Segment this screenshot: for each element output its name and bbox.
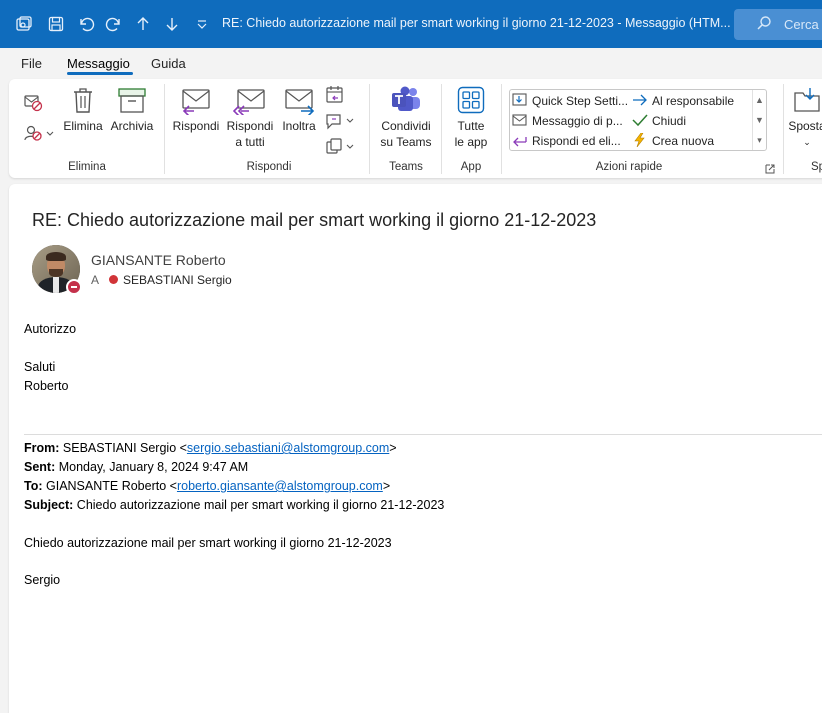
quick-step-done[interactable]: Chiudi: [632, 113, 686, 128]
active-tab-indicator: [67, 72, 133, 75]
junk-dropdown-icon[interactable]: [23, 123, 57, 143]
expand-gallery-icon[interactable]: ▾: [753, 130, 766, 150]
reply-all-button[interactable]: Rispondi a tutti: [224, 85, 276, 150]
reply-button[interactable]: Rispondi: [171, 85, 221, 134]
forward-icon: [279, 85, 319, 117]
delete-button[interactable]: Elimina: [62, 85, 104, 134]
quoted-from: From: SEBASTIANI Sergio <sergio.sebastia…: [24, 441, 397, 455]
move-dropdown-icon: ⌄: [803, 137, 811, 147]
teams-icon: [375, 85, 437, 115]
scroll-up-icon[interactable]: ▲: [753, 90, 766, 110]
quoted-body-line: Sergio: [24, 573, 61, 587]
title-bar: RE: Chiedo autorizzazione mail per smart…: [0, 0, 822, 48]
search-icon: [756, 15, 772, 35]
redo-icon[interactable]: [104, 14, 124, 34]
all-apps-button[interactable]: Tutte le app: [449, 85, 493, 150]
archive-label: Archivia: [110, 119, 154, 133]
all-apps-label-1: Tutte: [457, 119, 485, 133]
quoted-sent: Sent: Monday, January 8, 2024 9:47 AM: [24, 460, 249, 474]
save-icon[interactable]: [46, 14, 66, 34]
arrow-right-icon: [633, 94, 647, 106]
tab-guida[interactable]: Guida: [151, 56, 186, 71]
move-label: Sposta: [788, 119, 822, 133]
quoted-to: To: GIANSANTE Roberto <roberto.giansante…: [24, 479, 391, 493]
customize-qat-icon[interactable]: [192, 14, 212, 34]
tab-messaggio[interactable]: Messaggio: [67, 56, 130, 71]
im-reply-dropdown-icon[interactable]: [324, 111, 356, 131]
quick-steps-scroll[interactable]: ▲ ▼ ▾: [752, 90, 766, 150]
ribbon: Elimina Archivia Elimina Rispondi Rispon…: [9, 79, 822, 178]
search-box[interactable]: Cerca: [734, 9, 822, 40]
previous-icon[interactable]: [133, 14, 153, 34]
quick-step-to-manager[interactable]: Al responsabile: [632, 93, 734, 108]
all-apps-label-2: le app: [454, 135, 488, 149]
apps-grid-icon: [449, 85, 493, 115]
undo-icon[interactable]: [76, 14, 96, 34]
message-subject: RE: Chiedo autorizzazione mail per smart…: [32, 210, 597, 230]
reply-label: Rispondi: [172, 119, 220, 133]
ignore-icon[interactable]: [23, 93, 47, 113]
from-email-link[interactable]: sergio.sebastiani@alstomgroup.com: [187, 441, 389, 455]
group-label-move: Sp: [811, 161, 822, 173]
search-placeholder: Cerca: [784, 17, 819, 32]
group-label-azioni-rapide: Azioni rapide: [595, 161, 663, 173]
archive-icon: [108, 85, 156, 115]
recipient-name[interactable]: SEBASTIANI Sergio: [123, 273, 232, 287]
ribbon-separator: [369, 84, 370, 174]
reading-pane: RE: Chiedo autorizzazione mail per smart…: [9, 184, 822, 713]
more-reply-dropdown-icon[interactable]: [324, 137, 356, 157]
body-line: Roberto: [24, 379, 69, 393]
quick-step-settings[interactable]: Quick Step Setti...: [512, 93, 628, 108]
move-folder-icon: [787, 85, 822, 115]
group-label-rispondi: Rispondi: [246, 161, 292, 173]
archive-button[interactable]: Archivia: [108, 85, 156, 134]
body-line: Saluti: [24, 360, 56, 374]
recipient-presence-icon: [109, 275, 118, 284]
forward-label: Inoltra: [282, 119, 316, 133]
quick-step-icon: [512, 93, 527, 106]
next-icon[interactable]: [162, 14, 182, 34]
group-label-elimina: Elimina: [68, 161, 106, 173]
share-to-teams-button[interactable]: Condividi su Teams: [375, 85, 437, 150]
mail-icon: [512, 114, 527, 126]
quick-step-reply-delete[interactable]: Rispondi ed eli...: [512, 133, 621, 148]
delete-label: Elimina: [63, 119, 103, 133]
ribbon-separator: [783, 84, 784, 174]
ribbon-separator: [501, 84, 502, 174]
new-window-icon[interactable]: [14, 14, 34, 34]
dialog-launcher-icon[interactable]: [765, 163, 775, 174]
checkmark-icon: [632, 114, 648, 127]
quick-step-message[interactable]: Messaggio di p...: [512, 113, 623, 128]
to-label: A: [91, 273, 100, 287]
sender-name[interactable]: GIANSANTE Roberto: [91, 252, 226, 268]
tab-file[interactable]: File: [21, 56, 42, 71]
group-label-app: App: [460, 161, 482, 173]
presence-busy-icon: [66, 279, 82, 295]
reply-delete-icon: [513, 137, 527, 147]
reply-all-icon: [224, 85, 276, 117]
reply-icon: [171, 85, 221, 117]
meeting-reply-icon[interactable]: [324, 85, 348, 105]
share-teams-label-1: Condividi: [381, 119, 431, 133]
window-title: RE: Chiedo autorizzazione mail per smart…: [222, 16, 731, 30]
reply-all-label-2: a tutti: [235, 135, 265, 149]
ribbon-separator: [441, 84, 442, 174]
ribbon-separator: [164, 84, 165, 174]
quoted-body-line: Chiedo autorizzazione mail per smart wor…: [24, 536, 392, 550]
quoted-subject: Subject: Chiedo autorizzazione mail per …: [24, 498, 445, 512]
body-line: Autorizzo: [24, 322, 77, 336]
move-button[interactable]: Sposta ⌄: [787, 85, 822, 150]
lightning-icon: [634, 132, 645, 148]
reply-all-label-1: Rispondi: [226, 119, 274, 133]
forward-button[interactable]: Inoltra: [279, 85, 319, 134]
quick-step-create-new[interactable]: Crea nuova: [632, 132, 714, 148]
to-email-link[interactable]: roberto.giansante@alstomgroup.com: [177, 479, 383, 493]
group-label-teams: Teams: [389, 161, 423, 173]
share-teams-label-2: su Teams: [380, 135, 432, 149]
trash-icon: [62, 85, 104, 115]
quote-divider: [24, 434, 822, 435]
scroll-down-icon[interactable]: ▼: [753, 110, 766, 130]
